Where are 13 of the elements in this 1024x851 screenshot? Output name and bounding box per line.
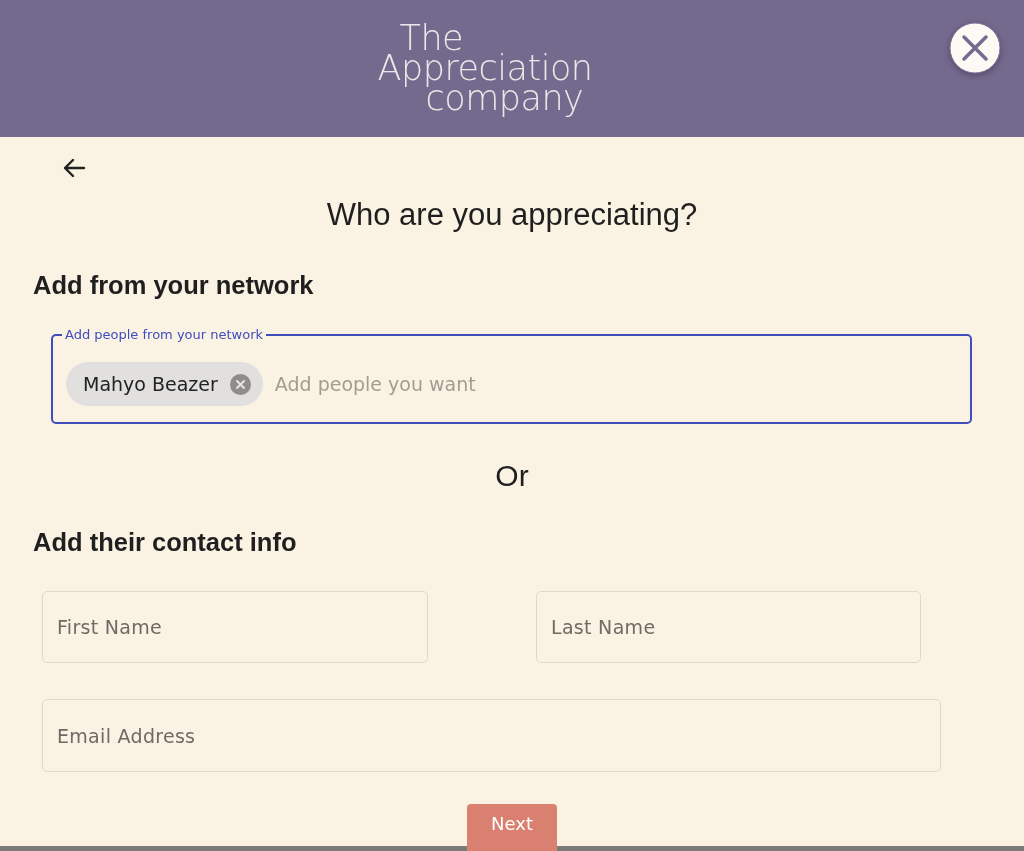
page-title: Who are you appreciating? xyxy=(326,197,698,233)
section-heading: Add their contact info xyxy=(33,527,297,557)
or-divider-text: Or xyxy=(495,458,529,494)
remove-icon[interactable] xyxy=(229,373,251,395)
person-chip[interactable]: Mahyo Beazer xyxy=(66,362,263,406)
close-icon[interactable] xyxy=(949,22,1001,74)
input-field[interactable]: Last Name xyxy=(536,591,921,663)
field-label: Add people from your network xyxy=(64,327,265,343)
people-field[interactable]: Add people from your network Mahyo Beazer Add people you want xyxy=(51,327,972,424)
input-field[interactable]: First Name xyxy=(42,591,428,663)
input-field[interactable]: Email Address xyxy=(42,699,941,772)
back-arrow-icon[interactable] xyxy=(62,158,86,178)
section-heading: Add from your network xyxy=(33,270,314,300)
